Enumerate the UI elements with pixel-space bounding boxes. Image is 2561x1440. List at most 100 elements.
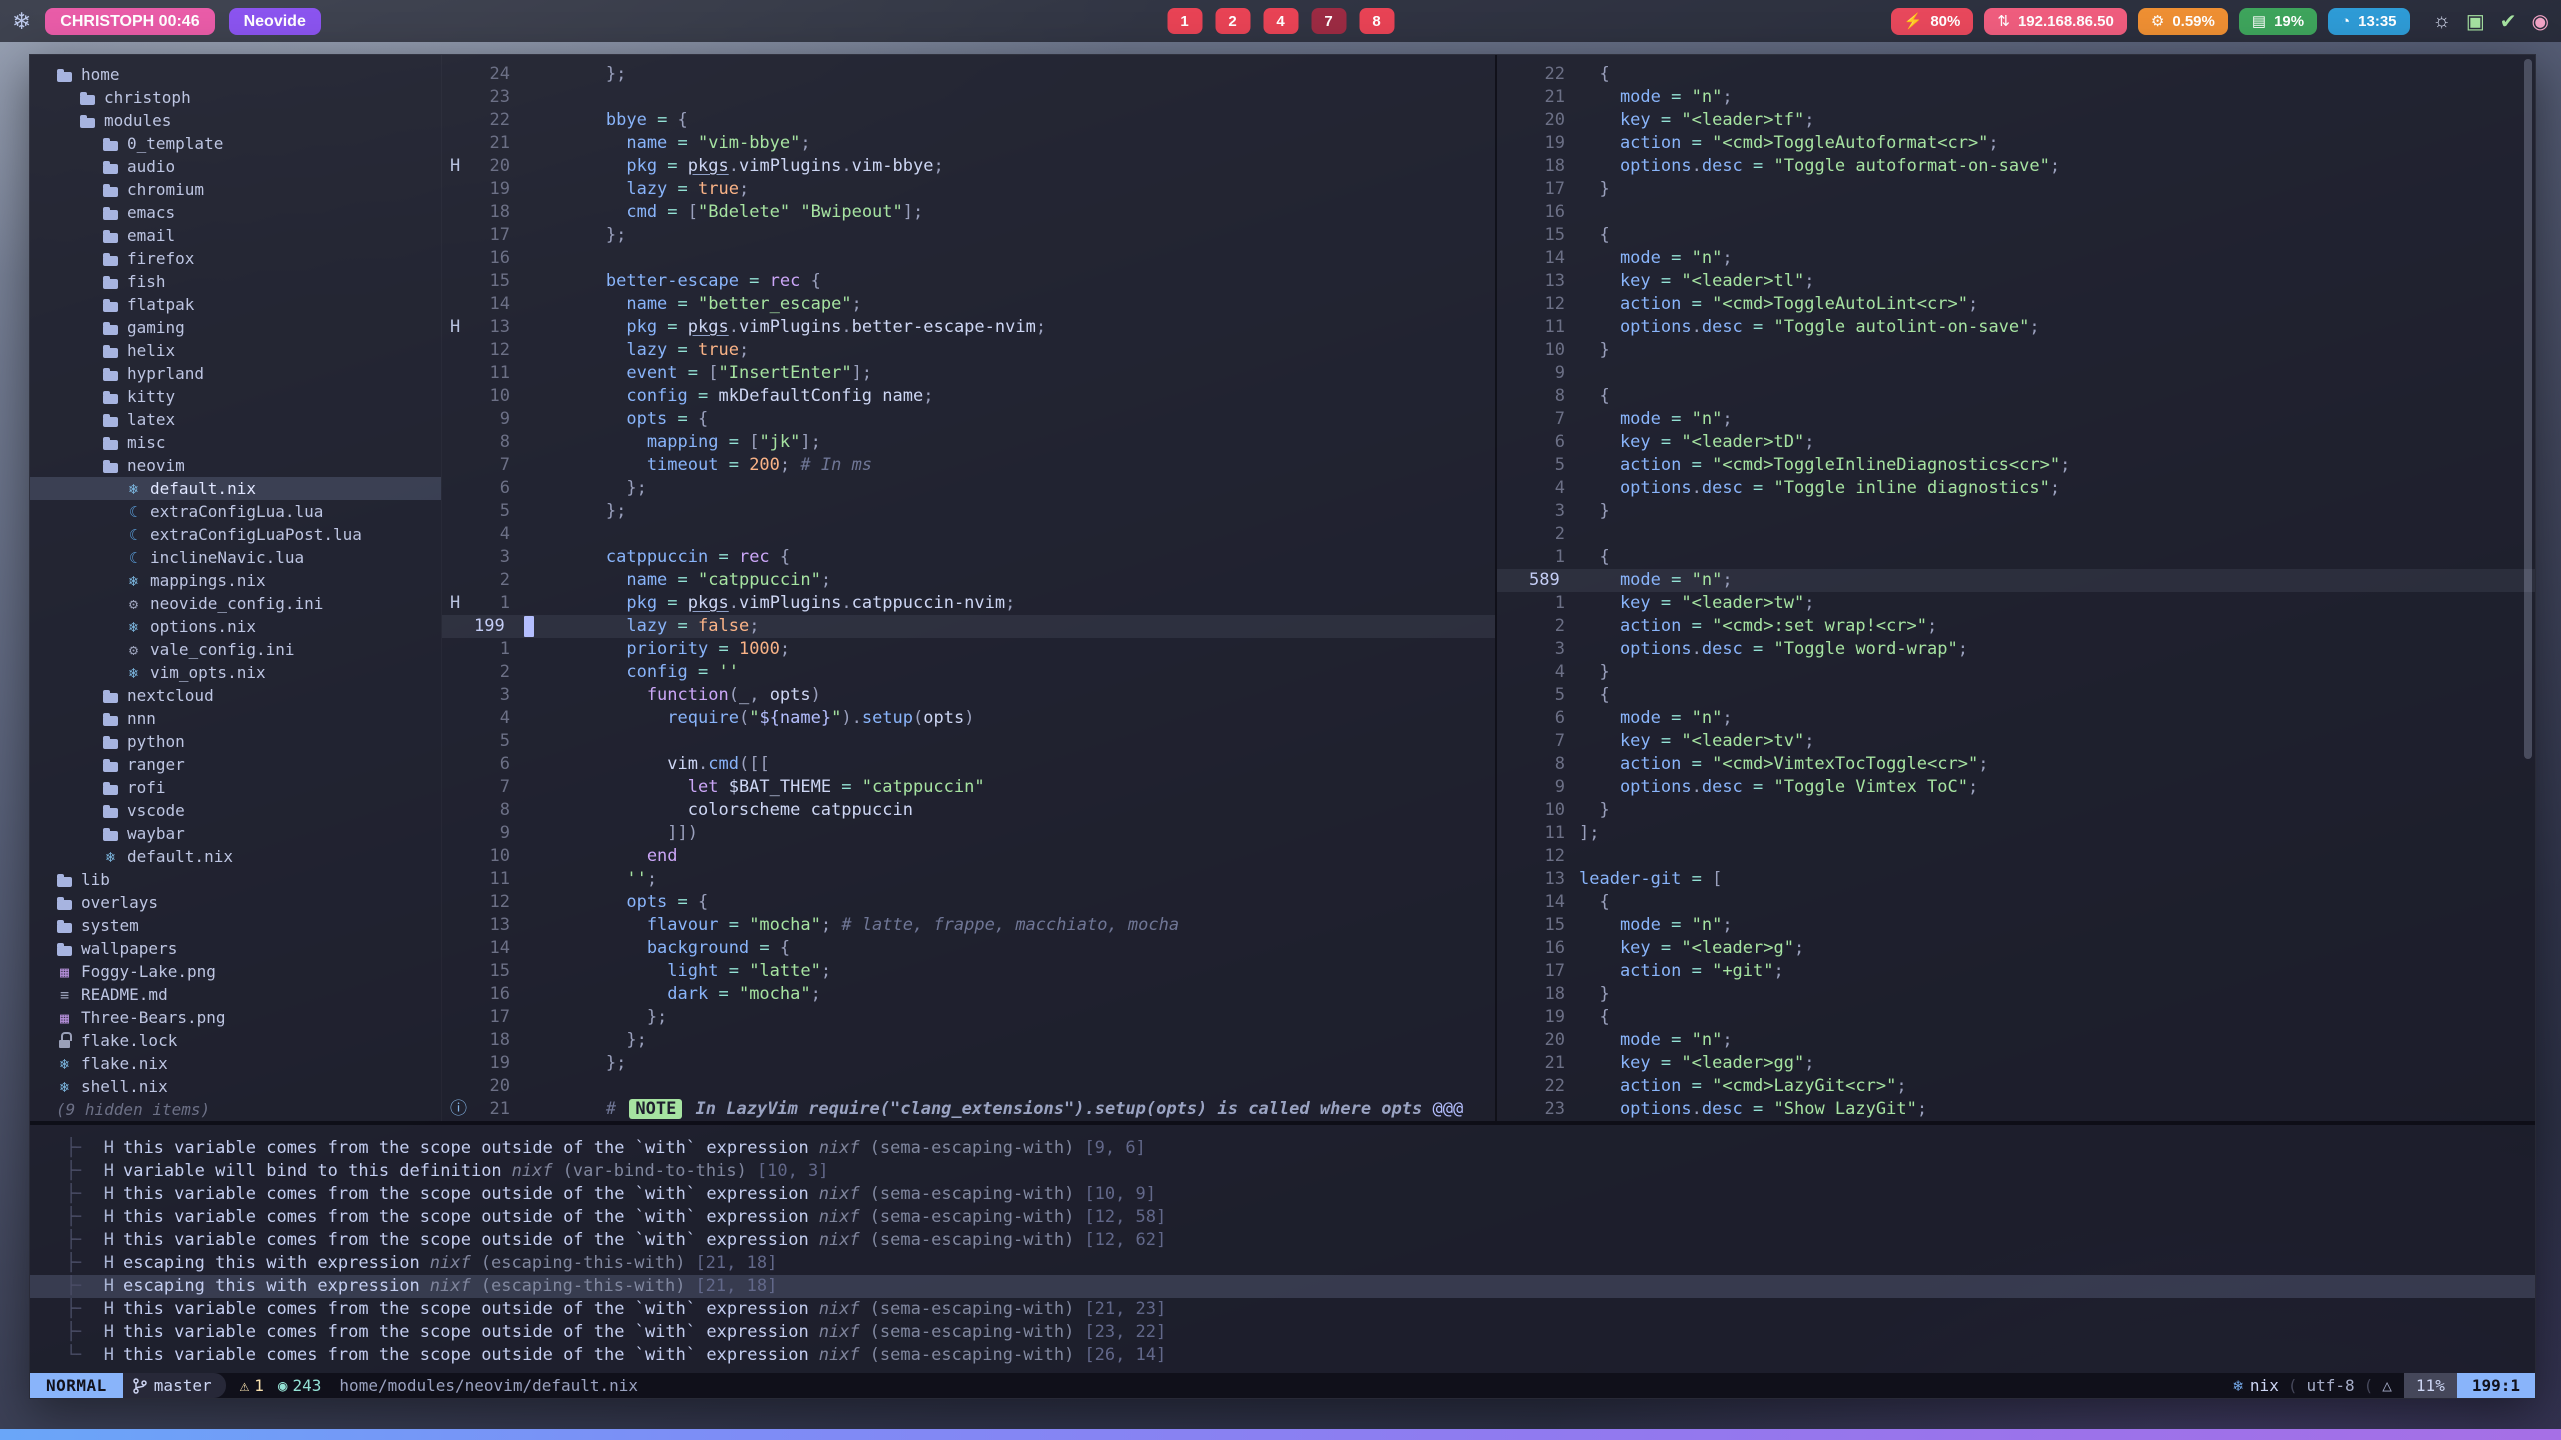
git-branch[interactable]: master	[123, 1373, 226, 1398]
diagnostic-item[interactable]: ├╴ Hthis variable comes from the scope o…	[66, 1206, 2535, 1229]
code-line[interactable]: 23 options.desc = "Show LazyGit";	[1497, 1098, 2535, 1121]
code-line[interactable]: H13 pkg = pkgs.vimPlugins.better-escape-…	[442, 316, 1495, 339]
code-line[interactable]: 14 name = "better_escape";	[442, 293, 1495, 316]
code-line[interactable]: 1 priority = 1000;	[442, 638, 1495, 661]
code-line[interactable]: 16 key = "<leader>g";	[1497, 937, 2535, 960]
tree-item[interactable]: rofi	[30, 776, 441, 799]
code-line[interactable]: 21 mode = "n";	[1497, 86, 2535, 109]
code-line[interactable]: 24 };	[442, 63, 1495, 86]
code-line[interactable]: 9 options.desc = "Toggle Vimtex ToC";	[1497, 776, 2535, 799]
tree-item[interactable]: misc	[30, 431, 441, 454]
workspace-button[interactable]: 1	[1167, 8, 1202, 34]
code-line[interactable]: 5 };	[442, 500, 1495, 523]
code-line[interactable]: 20	[442, 1075, 1495, 1098]
clock-badge[interactable]: ◔13:35	[2328, 8, 2409, 35]
workspace-button[interactable]: 7	[1311, 8, 1346, 34]
tree-item[interactable]: firefox	[30, 247, 441, 270]
tree-item[interactable]: flatpak	[30, 293, 441, 316]
tree-item[interactable]: ☾inclineNavic.lua	[30, 546, 441, 569]
code-line[interactable]: 11 options.desc = "Toggle autolint-on-sa…	[1497, 316, 2535, 339]
diagnostic-item[interactable]: └╴ Hthis variable comes from the scope o…	[66, 1344, 2535, 1367]
tree-item[interactable]: python	[30, 730, 441, 753]
code-line[interactable]: 4 }	[1497, 661, 2535, 684]
code-line[interactable]: ⓘ21 # NOTE In LazyVim require("clang_ext…	[442, 1098, 1495, 1121]
code-line[interactable]: 13leader-git = [	[1497, 868, 2535, 891]
tree-item[interactable]: ranger	[30, 753, 441, 776]
tree-item[interactable]: ▦Foggy-Lake.png	[30, 960, 441, 983]
code-line[interactable]: 17 }	[1497, 178, 2535, 201]
code-line[interactable]: 10 end	[442, 845, 1495, 868]
code-line[interactable]: 3 catppuccin = rec {	[442, 546, 1495, 569]
code-line[interactable]: 7 let $BAT_THEME = "catppuccin"	[442, 776, 1495, 799]
code-line[interactable]: 11 event = ["InsertEnter"];	[442, 362, 1495, 385]
editor-pane-right[interactable]: 22 {21 mode = "n";20 key = "<leader>tf";…	[1497, 55, 2535, 1121]
battery-badge[interactable]: ⚡80%	[1891, 8, 1974, 35]
code-line[interactable]: 7 mode = "n";	[1497, 408, 2535, 431]
tree-item[interactable]: ☾extraConfigLua.lua	[30, 500, 441, 523]
diagnostic-item[interactable]: ├╴ Hthis variable comes from the scope o…	[66, 1137, 2535, 1160]
tree-item[interactable]: lib	[30, 868, 441, 891]
code-line[interactable]: 3 options.desc = "Toggle word-wrap";	[1497, 638, 2535, 661]
code-line[interactable]: 5 {	[1497, 684, 2535, 707]
tree-item[interactable]: wallpapers	[30, 937, 441, 960]
code-line[interactable]: 14 {	[1497, 891, 2535, 914]
code-line[interactable]: 18 options.desc = "Toggle autoformat-on-…	[1497, 155, 2535, 178]
code-line[interactable]: 18 };	[442, 1029, 1495, 1052]
diagnostic-item[interactable]: ├╴ Hvariable will bind to this definitio…	[66, 1160, 2535, 1183]
code-line[interactable]: 589 mode = "n";	[1497, 569, 2535, 592]
tree-item[interactable]: ⚙neovide_config.ini	[30, 592, 441, 615]
code-line[interactable]: 3 function(_, opts)	[442, 684, 1495, 707]
code-line[interactable]: 10 }	[1497, 799, 2535, 822]
app-badge[interactable]: Neovide	[229, 8, 321, 35]
code-line[interactable]: 8 mapping = ["jk"];	[442, 431, 1495, 454]
code-line[interactable]: 12 opts = {	[442, 891, 1495, 914]
code-line[interactable]: 15 mode = "n";	[1497, 914, 2535, 937]
diagnostic-item[interactable]: ├╴ Hthis variable comes from the scope o…	[66, 1183, 2535, 1206]
network-badge[interactable]: ⇅192.168.86.50	[1984, 8, 2127, 35]
workspace-button[interactable]: 8	[1359, 8, 1394, 34]
code-line[interactable]: 15 light = "latte";	[442, 960, 1495, 983]
code-line[interactable]: 19 };	[442, 1052, 1495, 1075]
user-uptime-badge[interactable]: CHRISTOPH 00:46	[45, 8, 214, 35]
code-line[interactable]: 12 action = "<cmd>ToggleAutoLint<cr>";	[1497, 293, 2535, 316]
code-line[interactable]: 19 lazy = true;	[442, 178, 1495, 201]
diagnostic-item[interactable]: ├╴ Hescaping this with expressionnixf(es…	[30, 1275, 2535, 1298]
tree-item[interactable]: nnn	[30, 707, 441, 730]
code-line[interactable]: 8 {	[1497, 385, 2535, 408]
code-line[interactable]: 6 vim.cmd([[	[442, 753, 1495, 776]
code-line[interactable]: 5 action = "<cmd>ToggleInlineDiagnostics…	[1497, 454, 2535, 477]
code-line[interactable]: 199 lazy = false;	[442, 615, 1495, 638]
tree-item[interactable]: ≡README.md	[30, 983, 441, 1006]
code-line[interactable]: 12 lazy = true;	[442, 339, 1495, 362]
code-line[interactable]: 16	[1497, 201, 2535, 224]
tree-item[interactable]: vscode	[30, 799, 441, 822]
tree-item[interactable]: 0_template	[30, 132, 441, 155]
code-line[interactable]: 10 }	[1497, 339, 2535, 362]
code-line[interactable]: 8 action = "<cmd>VimtexTocToggle<cr>";	[1497, 753, 2535, 776]
tree-item[interactable]: christoph	[30, 86, 441, 109]
code-line[interactable]: 17 };	[442, 224, 1495, 247]
code-line[interactable]: 18 cmd = ["Bdelete" "Bwipeout"];	[442, 201, 1495, 224]
tree-item[interactable]: gaming	[30, 316, 441, 339]
idle-inhibitor-icon[interactable]: ☼	[2433, 10, 2451, 33]
tree-item[interactable]: neovim	[30, 454, 441, 477]
tree-item[interactable]: email	[30, 224, 441, 247]
code-line[interactable]: 19 {	[1497, 1006, 2535, 1029]
tree-item[interactable]: modules	[30, 109, 441, 132]
tree-item[interactable]: helix	[30, 339, 441, 362]
tray-app-icon[interactable]: ▣	[2466, 9, 2485, 34]
code-line[interactable]: 7 timeout = 200; # In ms	[442, 454, 1495, 477]
tree-item[interactable]: emacs	[30, 201, 441, 224]
code-line[interactable]: 4 require("${name}").setup(opts)	[442, 707, 1495, 730]
code-line[interactable]: 15 better-escape = rec {	[442, 270, 1495, 293]
code-line[interactable]: 21 name = "vim-bbye";	[442, 132, 1495, 155]
cpu-badge[interactable]: ⚙0.59%	[2138, 8, 2228, 35]
code-line[interactable]: 2 action = "<cmd>:set wrap!<cr>";	[1497, 615, 2535, 638]
code-line[interactable]: 6 mode = "n";	[1497, 707, 2535, 730]
code-line[interactable]: 14 mode = "n";	[1497, 247, 2535, 270]
code-line[interactable]: 12	[1497, 845, 2535, 868]
code-line[interactable]: 13 key = "<leader>tl";	[1497, 270, 2535, 293]
code-line[interactable]: 9 ]])	[442, 822, 1495, 845]
code-line[interactable]: 16	[442, 247, 1495, 270]
code-line[interactable]: 10 config = mkDefaultConfig name;	[442, 385, 1495, 408]
